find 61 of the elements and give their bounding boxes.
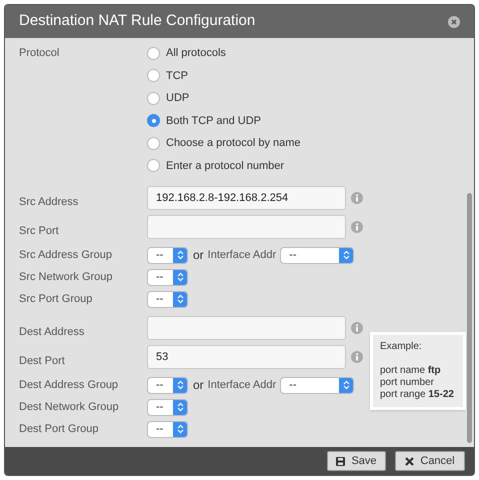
tooltip-line: port range 15-22 xyxy=(380,389,455,401)
cancel-button[interactable]: Cancel xyxy=(395,451,465,471)
info-icon[interactable] xyxy=(351,322,363,334)
input-field[interactable]: 192.168.2.8-192.168.2.254 xyxy=(147,186,346,210)
radio-label: Choose a protocol by name xyxy=(166,136,301,151)
radio-label: Both TCP and UDP xyxy=(166,114,261,128)
dropdown[interactable]: -- xyxy=(147,420,188,438)
field-label: Dest Address Group xyxy=(19,378,120,393)
input-field[interactable]: 53 xyxy=(147,345,346,369)
radio-button[interactable] xyxy=(147,114,160,128)
field-label: Src Port xyxy=(19,225,59,237)
field-label: Src Port Group xyxy=(19,292,94,307)
info-icon[interactable] xyxy=(351,351,363,363)
field-label: Dest Network Group xyxy=(19,400,120,415)
chevron-updown-icon xyxy=(176,380,184,390)
tooltip-line: port name ftp xyxy=(380,365,442,377)
radio-label: All protocols xyxy=(166,46,226,61)
chevron-updown-icon xyxy=(176,272,184,282)
radio-label: UDP xyxy=(166,91,190,106)
field-label: Src Network Group xyxy=(19,270,114,285)
chevron-updown-icon xyxy=(176,424,184,434)
radio-button[interactable] xyxy=(147,69,160,82)
field-label: Src Address xyxy=(19,196,78,208)
dropdown[interactable]: -- xyxy=(147,398,188,416)
field-label: Interface Addr xyxy=(208,378,276,393)
chevron-updown-icon xyxy=(176,402,184,412)
scrollbar-thumb[interactable] xyxy=(466,193,472,443)
dropdown[interactable]: -- xyxy=(280,376,354,394)
field-label: Dest Address xyxy=(19,326,84,338)
chevron-updown-icon xyxy=(342,380,350,390)
field-label: Protocol xyxy=(19,46,60,61)
or-text: or xyxy=(193,377,204,394)
radio-button[interactable] xyxy=(147,92,160,105)
tooltip-line: port number xyxy=(380,377,435,389)
save-button[interactable]: Save xyxy=(327,451,386,471)
input-field[interactable] xyxy=(147,316,346,340)
chevron-updown-icon xyxy=(176,294,184,304)
radio-label: TCP xyxy=(166,68,188,84)
radio-label: Enter a protocol number xyxy=(166,158,284,174)
input-field[interactable] xyxy=(147,215,346,239)
chevron-updown-icon xyxy=(176,250,184,260)
close-icon xyxy=(405,456,414,466)
chevron-updown-icon xyxy=(342,250,350,260)
dropdown[interactable]: -- xyxy=(147,268,188,286)
dropdown[interactable]: -- xyxy=(147,376,188,394)
field-label: Src Address Group xyxy=(19,248,113,263)
or-text: or xyxy=(193,247,204,264)
dropdown[interactable]: -- xyxy=(147,290,188,308)
tooltip-title: Example: xyxy=(380,341,423,353)
field-label: Dest Port Group xyxy=(19,422,100,437)
window-title: Destination NAT Rule Configuration xyxy=(19,11,256,32)
field-label: Dest Port xyxy=(19,355,65,367)
close-icon[interactable] xyxy=(448,16,460,28)
info-icon[interactable] xyxy=(351,192,363,204)
radio-button[interactable] xyxy=(147,159,160,172)
field-label: Interface Addr xyxy=(208,248,276,263)
radio-button[interactable] xyxy=(147,46,160,60)
info-icon[interactable] xyxy=(351,221,363,233)
radio-button[interactable] xyxy=(147,136,160,150)
dropdown[interactable]: -- xyxy=(147,246,188,264)
dropdown[interactable]: -- xyxy=(280,246,354,264)
